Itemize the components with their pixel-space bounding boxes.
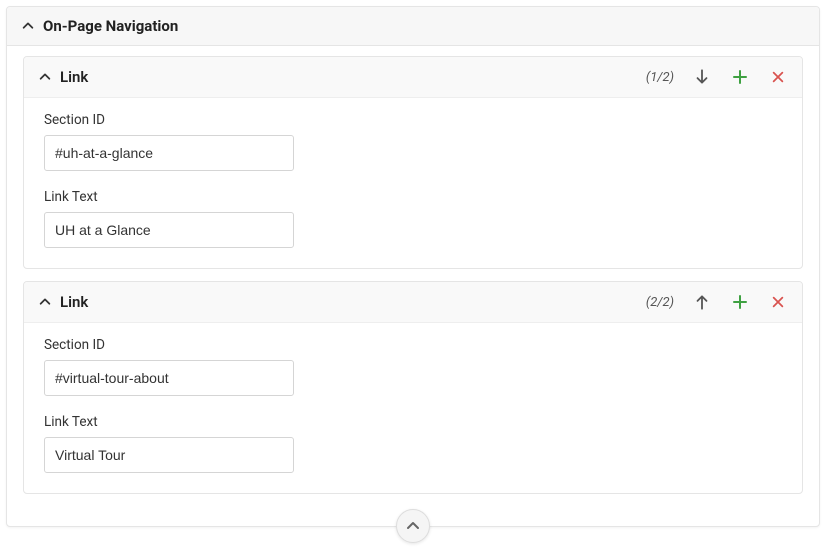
collapse-panel-button[interactable] [396, 509, 430, 543]
chevron-up-icon [405, 518, 421, 534]
section-id-label: Section ID [44, 112, 782, 128]
link-block: Link (2/2) Section ID [23, 281, 803, 494]
section-id-input[interactable] [44, 135, 294, 171]
section-id-field: Section ID [44, 112, 782, 171]
link-title: Link [60, 68, 88, 86]
link-header-right: (1/2) [646, 67, 788, 87]
panel-title: On-Page Navigation [43, 17, 178, 35]
panel-body: Link (1/2) Section ID [7, 46, 819, 526]
move-down-button[interactable] [692, 67, 712, 87]
link-header-left: Link [38, 68, 88, 86]
link-body: Section ID Link Text [24, 98, 802, 268]
delete-button[interactable] [768, 67, 788, 87]
add-button[interactable] [730, 292, 750, 312]
chevron-up-icon [21, 19, 35, 33]
link-header-left: Link [38, 293, 88, 311]
section-id-field: Section ID [44, 337, 782, 396]
link-header-right: (2/2) [646, 292, 788, 312]
link-text-label: Link Text [44, 414, 782, 430]
link-text-input[interactable] [44, 437, 294, 473]
link-header[interactable]: Link (1/2) [24, 57, 802, 98]
delete-button[interactable] [768, 292, 788, 312]
add-button[interactable] [730, 67, 750, 87]
panel-header[interactable]: On-Page Navigation [7, 7, 819, 46]
link-block: Link (1/2) Section ID [23, 56, 803, 269]
section-id-input[interactable] [44, 360, 294, 396]
link-text-field: Link Text [44, 414, 782, 473]
section-id-label: Section ID [44, 337, 782, 353]
link-header[interactable]: Link (2/2) [24, 282, 802, 323]
move-up-button[interactable] [692, 292, 712, 312]
link-counter: (2/2) [646, 295, 674, 310]
link-text-field: Link Text [44, 189, 782, 248]
link-text-input[interactable] [44, 212, 294, 248]
chevron-up-icon [38, 70, 52, 84]
link-counter: (1/2) [646, 70, 674, 85]
link-text-label: Link Text [44, 189, 782, 205]
on-page-navigation-panel: On-Page Navigation Link (1/2) [6, 6, 820, 527]
link-body: Section ID Link Text [24, 323, 802, 493]
chevron-up-icon [38, 295, 52, 309]
link-title: Link [60, 293, 88, 311]
